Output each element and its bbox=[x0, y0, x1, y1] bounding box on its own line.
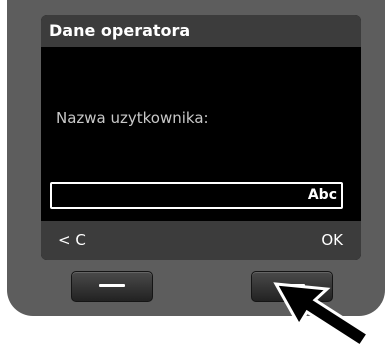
username-label: Nazwa uzytkownika: bbox=[56, 109, 209, 127]
pointer-arrow-icon bbox=[273, 282, 371, 348]
title-bar: Dane operatora bbox=[41, 15, 361, 47]
left-softkey-button[interactable] bbox=[71, 271, 153, 302]
softkey-back-clear[interactable]: < C bbox=[58, 231, 86, 250]
phone-illustration: Dane operatora Nazwa uzytkownika: Abc < … bbox=[0, 0, 385, 350]
input-mode-indicator: Abc bbox=[307, 187, 337, 203]
username-input[interactable]: Abc bbox=[50, 182, 343, 209]
phone-body: Dane operatora Nazwa uzytkownika: Abc < … bbox=[7, 0, 385, 316]
dash-icon bbox=[99, 284, 125, 287]
softkey-bar: < C OK bbox=[41, 221, 361, 260]
phone-display: Dane operatora Nazwa uzytkownika: Abc < … bbox=[41, 15, 361, 260]
screen-title: Dane operatora bbox=[49, 21, 191, 40]
softkey-ok[interactable]: OK bbox=[321, 231, 343, 250]
